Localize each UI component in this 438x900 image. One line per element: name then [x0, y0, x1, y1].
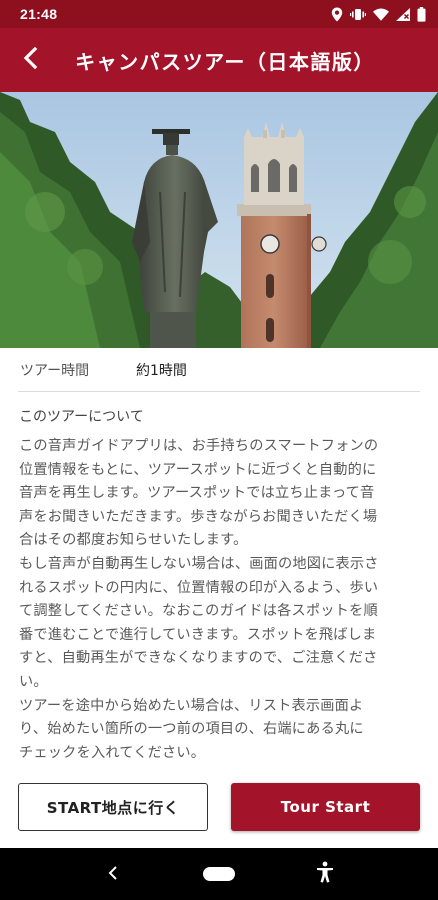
location-icon — [331, 7, 343, 22]
about-text: この音声ガイドアプリは、お手持ちのスマートフォンの 位置情報をもとに、ツアースポ… — [19, 438, 379, 761]
start-point-button[interactable]: START地点に行く — [18, 783, 208, 831]
back-nav-icon — [108, 865, 118, 884]
accessibility-icon — [316, 861, 334, 887]
back-button[interactable] — [0, 28, 60, 92]
nav-accessibility-button[interactable] — [295, 848, 355, 900]
tour-details: ツアー時間 約1時間 このツアーについて この音声ガイドアプリは、お手持ちのスマ… — [18, 348, 420, 765]
status-icons — [331, 6, 426, 22]
app-bar: キャンパスツアー（日本語版） — [0, 28, 438, 92]
tour-time-row: ツアー時間 約1時間 — [18, 348, 420, 392]
nav-back-button[interactable] — [83, 848, 143, 900]
chevron-left-icon — [21, 46, 39, 73]
vibrate-icon — [350, 8, 366, 21]
status-bar: 21:48 — [0, 0, 438, 28]
system-nav-bar — [0, 848, 438, 900]
battery-icon — [417, 6, 426, 22]
signal-icon — [396, 7, 410, 21]
tour-time-value: 約1時間 — [136, 362, 187, 379]
tour-start-button[interactable]: Tour Start — [231, 783, 420, 831]
campus-photo — [0, 92, 438, 348]
status-time: 21:48 — [20, 6, 58, 22]
about-title: このツアーについて — [19, 409, 144, 425]
home-pill-icon — [203, 867, 235, 881]
nav-home-button[interactable] — [189, 848, 249, 900]
page-title: キャンパスツアー（日本語版） — [75, 49, 375, 74]
wifi-icon — [373, 8, 389, 21]
tour-time-label: ツアー時間 — [20, 362, 90, 379]
